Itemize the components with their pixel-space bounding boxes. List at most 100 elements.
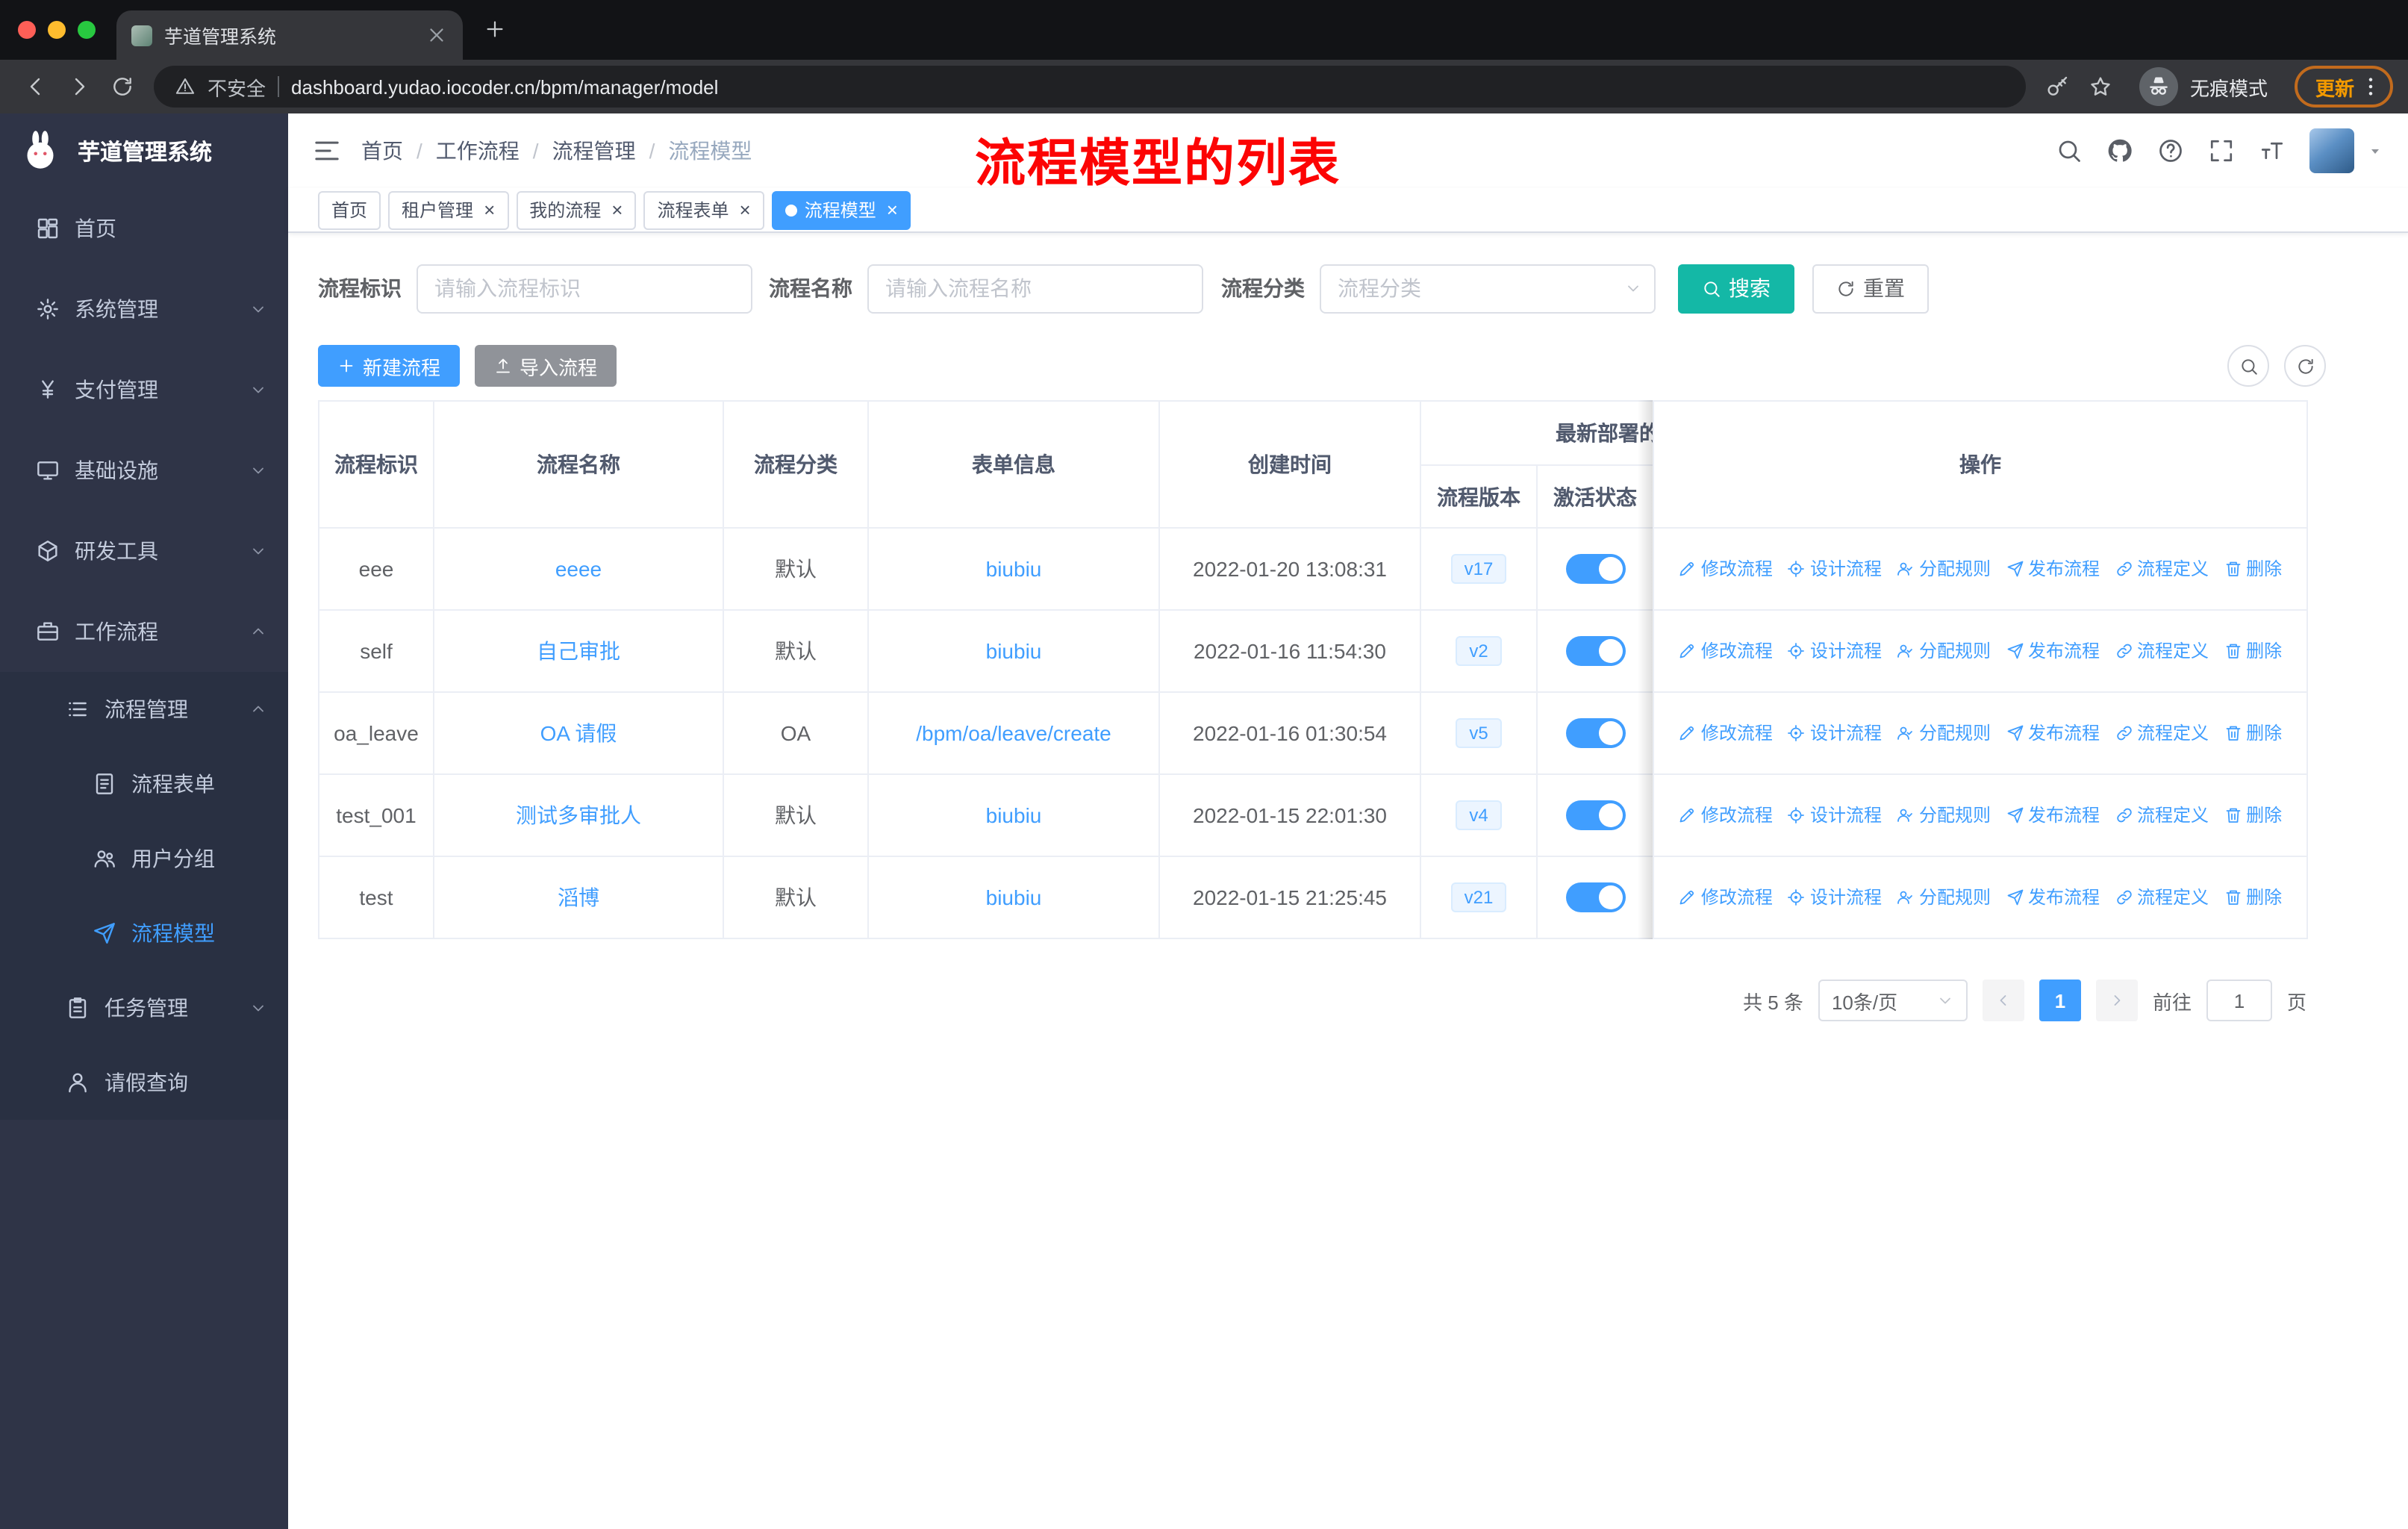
github-icon[interactable] [2106, 137, 2133, 164]
action-publish-link[interactable]: 发布流程 [2006, 556, 2100, 582]
address-bar[interactable]: 不安全 dashboard.yudao.iocoder.cn/bpm/manag… [154, 66, 2026, 108]
form-info-link[interactable]: biubiu [986, 557, 1042, 581]
action-modify-link[interactable]: 修改流程 [1679, 638, 1773, 664]
action-publish-link[interactable]: 发布流程 [2006, 638, 2100, 664]
action-definition-link[interactable]: 流程定义 [2115, 803, 2209, 828]
window-close-button[interactable] [18, 21, 36, 39]
goto-page-input[interactable] [2206, 980, 2272, 1021]
sidebar-item-system-management[interactable]: 系统管理 [0, 269, 288, 349]
toggle-search-button[interactable] [2227, 345, 2269, 387]
tag-close-icon[interactable]: × [484, 200, 495, 219]
action-modify-link[interactable]: 修改流程 [1679, 803, 1773, 828]
tag-home[interactable]: 首页 [318, 190, 381, 229]
create-process-button[interactable]: 新建流程 [318, 345, 461, 387]
sidebar-item-infrastructure[interactable]: 基础设施 [0, 430, 288, 511]
page-size-select[interactable]: 10条/页 [1818, 980, 1968, 1021]
action-design-link[interactable]: 设计流程 [1788, 638, 1882, 664]
sidebar-collapse-button[interactable] [312, 136, 342, 166]
process-name-link[interactable]: OA 请假 [540, 721, 617, 745]
search-button[interactable]: 搜索 [1678, 264, 1794, 313]
action-assign-link[interactable]: 分配规则 [1897, 885, 1991, 910]
bookmark-button[interactable] [2081, 66, 2121, 107]
sidebar-logo[interactable]: 芋道管理系统 [0, 113, 288, 188]
fullscreen-icon[interactable] [2208, 137, 2235, 164]
action-definition-link[interactable]: 流程定义 [2115, 885, 2209, 910]
tag-close-icon[interactable]: × [611, 200, 623, 219]
page-1-button[interactable]: 1 [2039, 980, 2081, 1021]
prev-page-button[interactable] [1982, 980, 2024, 1021]
font-size-icon[interactable] [2259, 137, 2286, 164]
back-button[interactable] [15, 66, 55, 107]
process-name-link[interactable]: eeee [555, 557, 602, 581]
action-delete-link[interactable]: 删除 [2224, 638, 2282, 664]
breadcrumb-item[interactable]: 首页 [361, 136, 403, 166]
action-publish-link[interactable]: 发布流程 [2006, 885, 2100, 910]
sidebar-item-workflow[interactable]: 工作流程 [0, 591, 288, 672]
active-toggle[interactable] [1565, 882, 1625, 912]
process-name-input[interactable] [867, 264, 1203, 313]
sidebar-item-task-management[interactable]: 任务管理 [0, 971, 288, 1045]
browser-menu-icon[interactable] [2359, 75, 2383, 99]
tag-my-process[interactable]: 我的流程 × [516, 190, 637, 229]
action-delete-link[interactable]: 删除 [2224, 803, 2282, 828]
search-icon[interactable] [2056, 137, 2083, 164]
avatar-caret-down-icon[interactable] [2366, 142, 2384, 160]
action-definition-link[interactable]: 流程定义 [2115, 720, 2209, 746]
sidebar-item-dev-tools[interactable]: 研发工具 [0, 511, 288, 591]
process-name-link[interactable]: 滔博 [558, 885, 599, 909]
sidebar-item-process-management[interactable]: 流程管理 [0, 672, 288, 747]
action-assign-link[interactable]: 分配规则 [1897, 556, 1991, 582]
action-design-link[interactable]: 设计流程 [1788, 803, 1882, 828]
user-avatar[interactable] [2309, 128, 2354, 173]
browser-update-button[interactable]: 更新 [2294, 66, 2393, 108]
refresh-table-button[interactable] [2284, 345, 2326, 387]
window-minimize-button[interactable] [48, 21, 66, 39]
action-assign-link[interactable]: 分配规则 [1897, 803, 1991, 828]
action-publish-link[interactable]: 发布流程 [2006, 803, 2100, 828]
action-modify-link[interactable]: 修改流程 [1679, 556, 1773, 582]
process-category-select[interactable]: 流程分类 [1320, 264, 1656, 313]
tag-close-icon[interactable]: × [887, 200, 898, 219]
action-definition-link[interactable]: 流程定义 [2115, 638, 2209, 664]
sidebar-item-process-form[interactable]: 流程表单 [0, 747, 288, 821]
action-design-link[interactable]: 设计流程 [1788, 885, 1882, 910]
form-info-link[interactable]: biubiu [986, 885, 1042, 909]
action-design-link[interactable]: 设计流程 [1788, 720, 1882, 746]
action-assign-link[interactable]: 分配规则 [1897, 638, 1991, 664]
tag-tenant-management[interactable]: 租户管理 × [388, 190, 509, 229]
process-name-link[interactable]: 自己审批 [537, 639, 620, 663]
sidebar-item-leave-query[interactable]: 请假查询 [0, 1045, 288, 1120]
reload-button[interactable] [102, 66, 142, 107]
form-info-link[interactable]: biubiu [986, 803, 1042, 827]
active-toggle[interactable] [1565, 800, 1625, 830]
next-page-button[interactable] [2095, 980, 2138, 1021]
passwords-button[interactable] [2038, 66, 2078, 107]
action-assign-link[interactable]: 分配规则 [1897, 720, 1991, 746]
active-toggle[interactable] [1565, 554, 1625, 584]
action-modify-link[interactable]: 修改流程 [1679, 885, 1773, 910]
reset-button[interactable]: 重置 [1812, 264, 1929, 313]
help-icon[interactable] [2157, 137, 2184, 164]
breadcrumb-item[interactable]: 流程管理 [552, 136, 636, 166]
new-tab-button[interactable] [484, 18, 506, 40]
action-delete-link[interactable]: 删除 [2224, 556, 2282, 582]
sidebar-item-user-group[interactable]: 用户分组 [0, 821, 288, 896]
action-delete-link[interactable]: 删除 [2224, 720, 2282, 746]
browser-tab[interactable]: 芋道管理系统 [116, 10, 463, 60]
active-toggle[interactable] [1565, 718, 1625, 748]
form-info-link[interactable]: /bpm/oa/leave/create [916, 721, 1111, 745]
tab-close-icon[interactable] [425, 24, 448, 46]
tag-close-icon[interactable]: × [740, 200, 751, 219]
process-key-input[interactable] [417, 264, 752, 313]
sidebar-item-process-model[interactable]: 流程模型 [0, 896, 288, 971]
forward-button[interactable] [58, 66, 99, 107]
form-info-link[interactable]: biubiu [986, 639, 1042, 663]
process-name-link[interactable]: 测试多审批人 [516, 803, 641, 827]
sidebar-item-home[interactable]: 首页 [0, 188, 288, 269]
action-definition-link[interactable]: 流程定义 [2115, 556, 2209, 582]
breadcrumb-item[interactable]: 工作流程 [436, 136, 520, 166]
active-toggle[interactable] [1565, 636, 1625, 666]
action-delete-link[interactable]: 删除 [2224, 885, 2282, 910]
import-process-button[interactable]: 导入流程 [475, 345, 617, 387]
tag-process-form[interactable]: 流程表单 × [643, 190, 764, 229]
